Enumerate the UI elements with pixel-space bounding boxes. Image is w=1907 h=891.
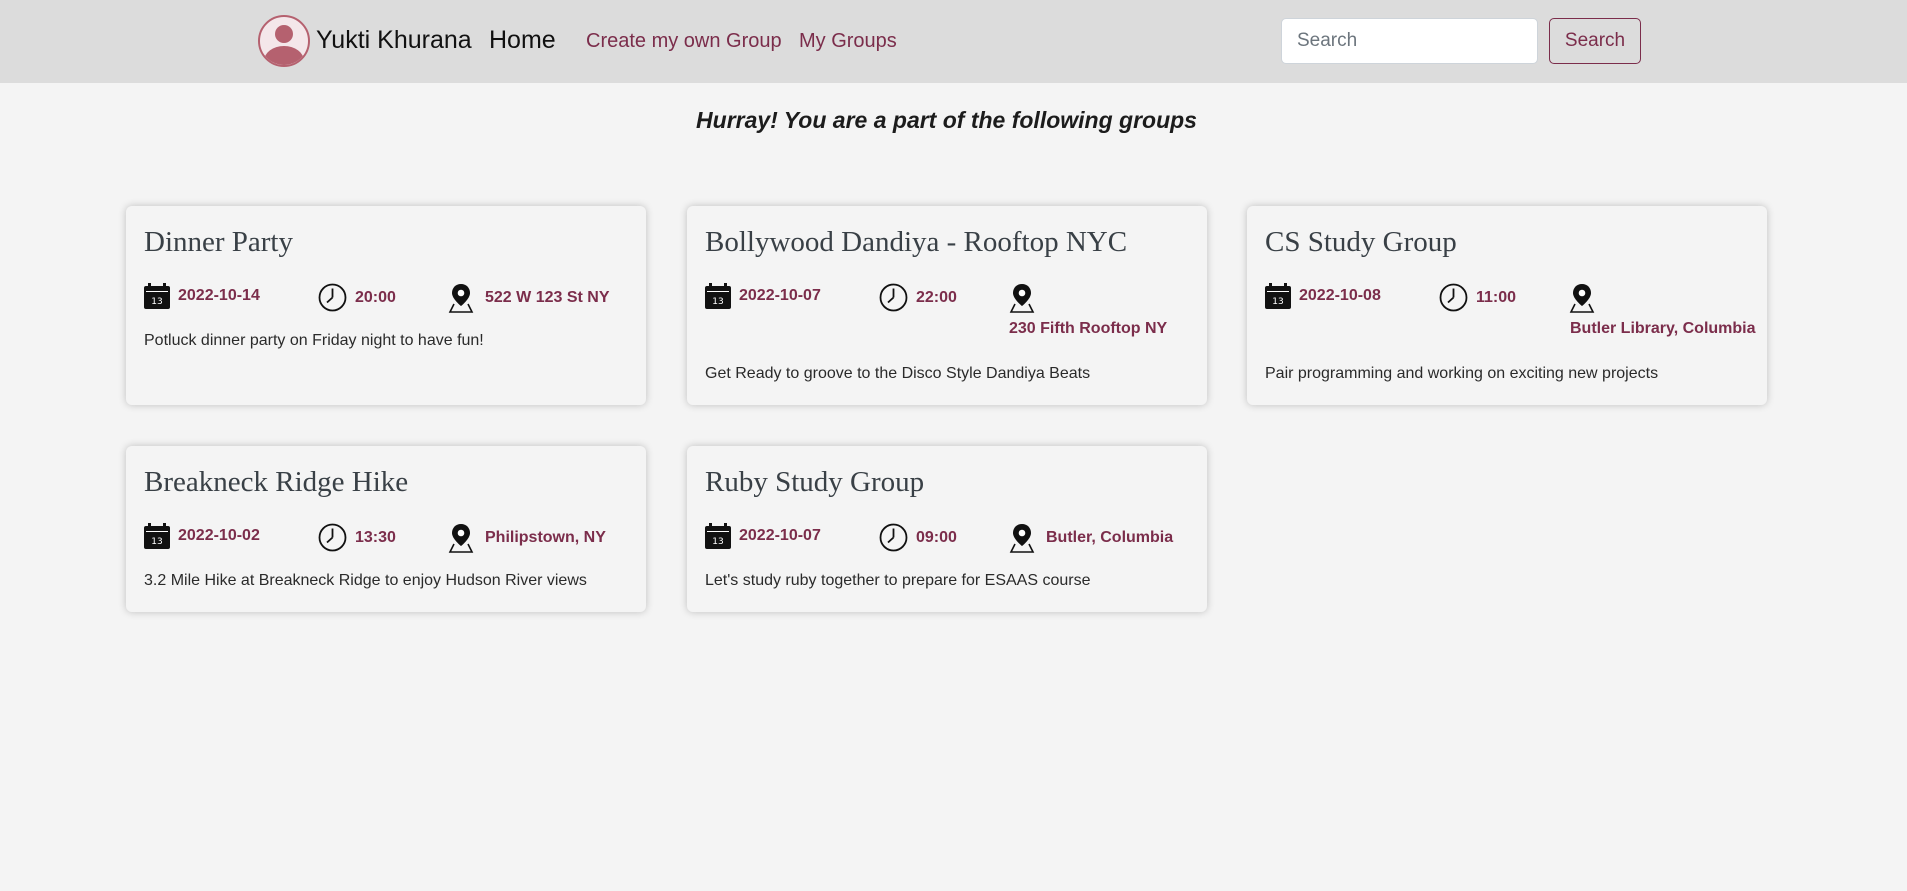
group-time: 13:30 xyxy=(318,523,396,552)
map-pin-icon xyxy=(447,523,475,553)
time-text: 20:00 xyxy=(355,288,396,306)
date-text: 2022-10-07 xyxy=(739,527,821,544)
group-card[interactable]: Dinner Party 13 2022-10-14 20:00 522 W 1… xyxy=(126,206,646,405)
svg-text:13: 13 xyxy=(712,537,723,547)
location-text: 230 Fifth Rooftop NY xyxy=(1009,320,1168,337)
group-card[interactable]: Breakneck Ridge Hike 13 2022-10-02 13:30… xyxy=(126,446,646,612)
group-location xyxy=(1008,283,1036,313)
date-text: 2022-10-14 xyxy=(178,287,260,304)
svg-text:13: 13 xyxy=(151,537,162,547)
clock-icon xyxy=(879,523,908,552)
group-description: Let's study ruby together to prepare for… xyxy=(705,572,1091,589)
map-pin-icon xyxy=(447,283,475,313)
time-text: 11:00 xyxy=(1476,288,1517,306)
group-date: 13 2022-10-08 xyxy=(1265,283,1381,309)
group-card[interactable]: Bollywood Dandiya - Rooftop NYC 13 2022-… xyxy=(687,206,1207,405)
clock-icon xyxy=(1439,283,1468,312)
group-location: Philipstown, NY xyxy=(447,523,606,553)
location-text: Philipstown, NY xyxy=(485,529,606,546)
date-text: 2022-10-08 xyxy=(1299,287,1381,304)
group-location xyxy=(1568,283,1596,313)
group-title[interactable]: Bollywood Dandiya - Rooftop NYC xyxy=(705,226,1127,259)
clock-icon xyxy=(318,283,347,312)
nav-home-link[interactable]: Home xyxy=(489,26,556,55)
map-pin-icon xyxy=(1008,523,1036,553)
time-text: 09:00 xyxy=(916,528,957,546)
calendar-icon: 13 xyxy=(1265,283,1291,309)
group-title[interactable]: Ruby Study Group xyxy=(705,466,924,499)
calendar-icon: 13 xyxy=(144,523,170,549)
calendar-icon: 13 xyxy=(144,283,170,309)
user-avatar-icon[interactable] xyxy=(258,15,310,67)
calendar-icon: 13 xyxy=(705,523,731,549)
clock-icon xyxy=(879,283,908,312)
group-location: Butler, Columbia xyxy=(1008,523,1173,553)
nav-create-group-link[interactable]: Create my own Group xyxy=(586,30,782,53)
location-text: Butler Library, Columbia xyxy=(1570,320,1756,337)
user-name[interactable]: Yukti Khurana xyxy=(316,26,472,55)
date-text: 2022-10-02 xyxy=(178,527,260,544)
clock-icon xyxy=(318,523,347,552)
group-date: 13 2022-10-14 xyxy=(144,283,260,309)
group-location: 522 W 123 St NY xyxy=(447,283,610,313)
map-pin-icon xyxy=(1568,283,1596,313)
group-description: Get Ready to groove to the Disco Style D… xyxy=(705,365,1091,382)
group-title[interactable]: CS Study Group xyxy=(1265,226,1457,259)
svg-text:13: 13 xyxy=(151,297,162,307)
group-time: 11:00 xyxy=(1439,283,1516,312)
location-text: Butler, Columbia xyxy=(1046,529,1174,546)
group-date: 13 2022-10-07 xyxy=(705,283,821,309)
group-description: Potluck dinner party on Friday night to … xyxy=(144,332,484,349)
map-pin-icon xyxy=(1008,283,1036,313)
group-description: 3.2 Mile Hike at Breakneck Ridge to enjo… xyxy=(144,572,587,589)
time-text: 22:00 xyxy=(916,288,957,306)
group-time: 20:00 xyxy=(318,283,396,312)
group-card[interactable]: CS Study Group 13 2022-10-08 11:00 Butle… xyxy=(1247,206,1767,405)
group-description: Pair programming and working on exciting… xyxy=(1265,365,1659,382)
page-heading: Hurray! You are a part of the following … xyxy=(696,107,1197,133)
group-title[interactable]: Breakneck Ridge Hike xyxy=(144,466,408,499)
group-title[interactable]: Dinner Party xyxy=(144,226,293,259)
group-time: 22:00 xyxy=(879,283,957,312)
calendar-icon: 13 xyxy=(705,283,731,309)
svg-text:13: 13 xyxy=(1272,297,1283,307)
location-text: 522 W 123 St NY xyxy=(485,289,610,306)
group-date: 13 2022-10-07 xyxy=(705,523,821,549)
navbar: Yukti Khurana Home Create my own Group M… xyxy=(0,0,1907,83)
search-input[interactable] xyxy=(1281,18,1538,64)
svg-text:13: 13 xyxy=(712,297,723,307)
group-card[interactable]: Ruby Study Group 13 2022-10-07 09:00 But… xyxy=(687,446,1207,612)
group-time: 09:00 xyxy=(879,523,957,552)
time-text: 13:30 xyxy=(355,528,396,546)
search-button[interactable]: Search xyxy=(1549,18,1641,64)
group-date: 13 2022-10-02 xyxy=(144,523,260,549)
nav-my-groups-link[interactable]: My Groups xyxy=(799,30,897,53)
date-text: 2022-10-07 xyxy=(739,287,821,304)
